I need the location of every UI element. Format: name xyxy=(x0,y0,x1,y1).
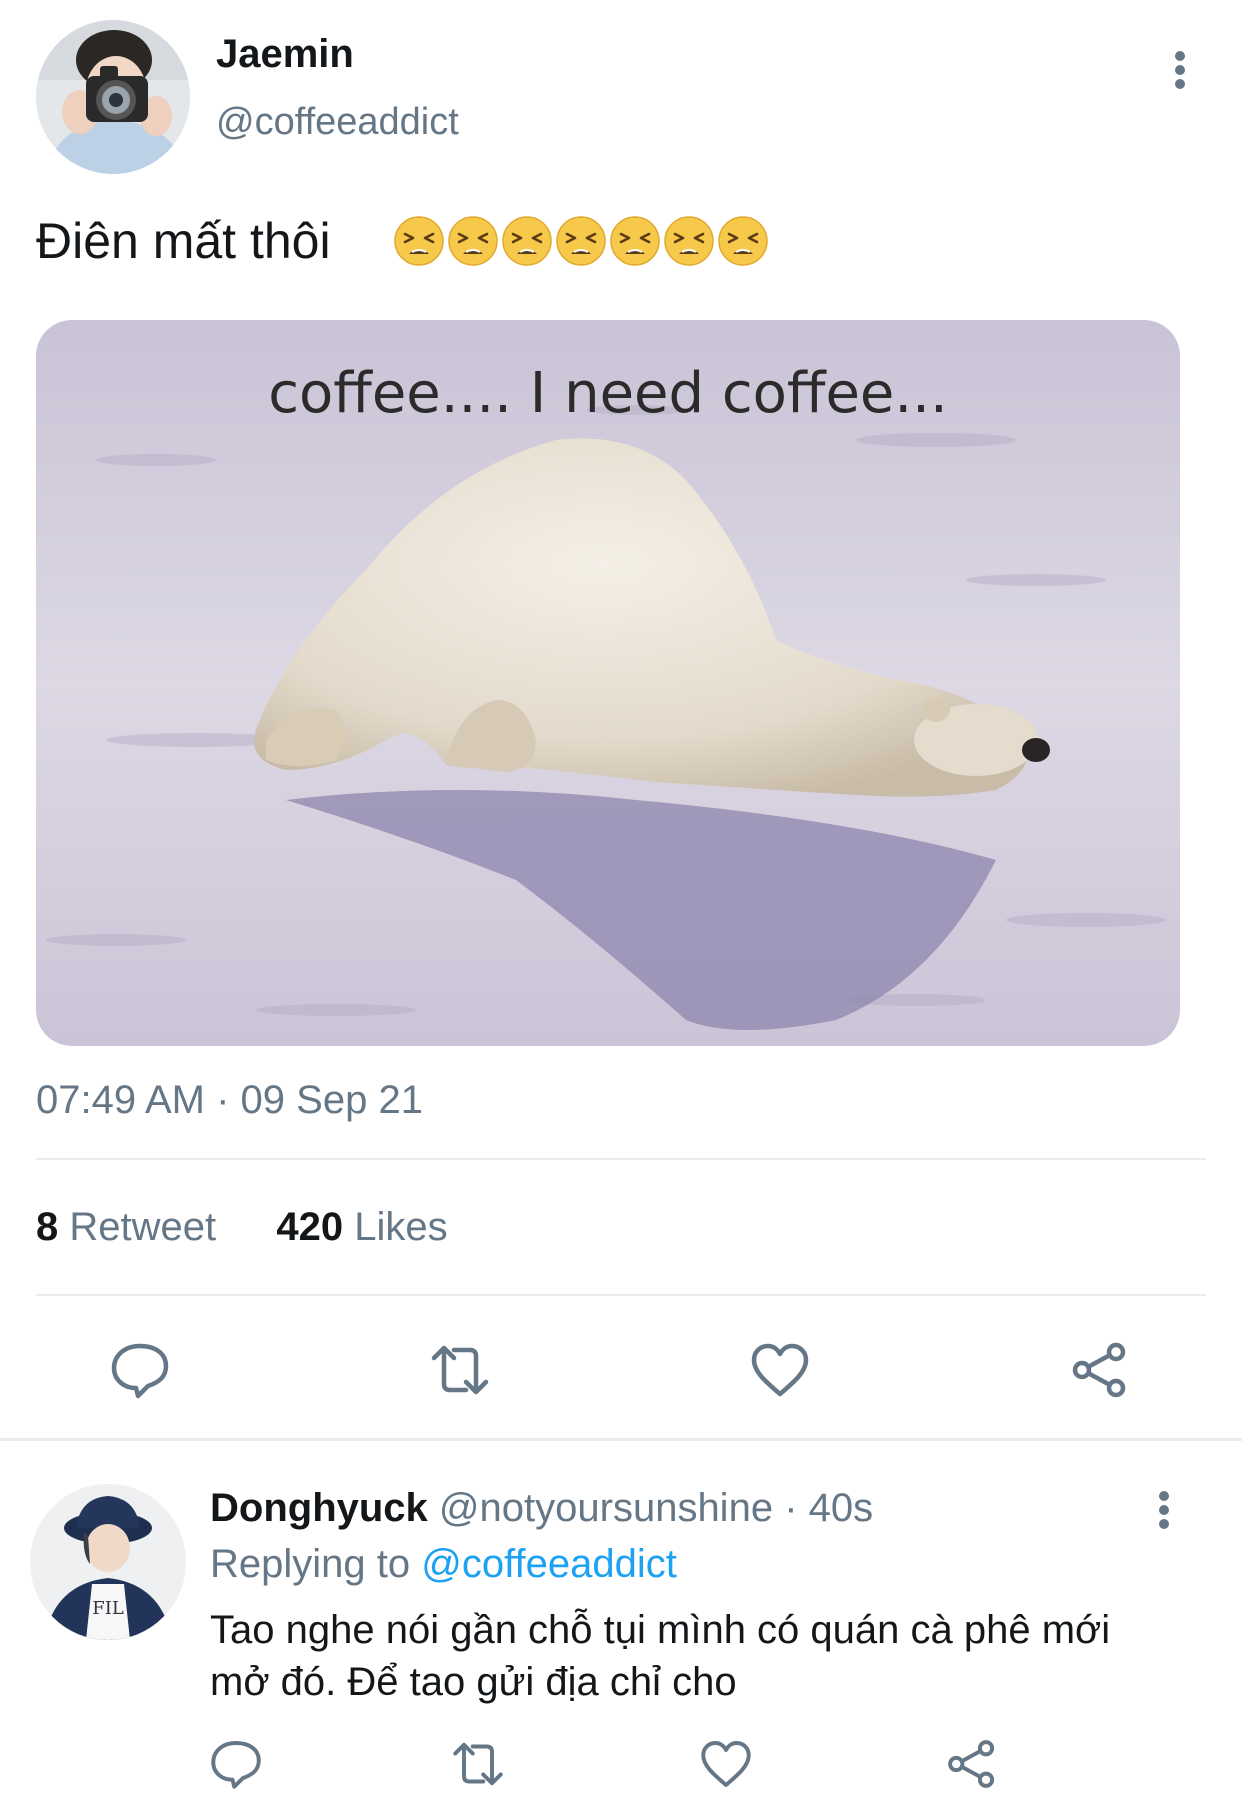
tired-face-emoji xyxy=(394,216,444,266)
avatar-photo: FIL xyxy=(30,1484,186,1640)
retweet-icon[interactable] xyxy=(450,1736,506,1792)
emoji-row xyxy=(392,214,770,270)
image-caption: coffee.... I need coffee... xyxy=(268,361,948,426)
svg-text:FIL: FIL xyxy=(92,1598,124,1619)
reply-author-name[interactable]: Donghyuck xyxy=(210,1486,428,1530)
reply-time: · 40s xyxy=(784,1486,874,1530)
avatar-photo xyxy=(36,20,190,174)
retweet-icon[interactable] xyxy=(428,1338,492,1402)
like-icon[interactable] xyxy=(748,1338,812,1402)
replying-mention-link[interactable]: @coffeeaddict xyxy=(421,1542,677,1586)
reply-author-handle[interactable]: @notyoursunshine xyxy=(439,1486,773,1530)
tweet-text: Điên mất thôi xyxy=(36,213,331,269)
reply-text: Tao nghe nói gần chỗ tụi mình có quán cà… xyxy=(210,1608,1111,1704)
tweet-timestamp: 07:49 AM · 09 Sep 21 xyxy=(36,1078,423,1122)
retweet-label[interactable]: Retweet xyxy=(69,1205,216,1249)
tired-face-emoji xyxy=(664,216,714,266)
reply-icon[interactable] xyxy=(108,1338,172,1402)
reply-icon[interactable] xyxy=(208,1736,264,1792)
polar-bear-image: coffee.... I need coffee... xyxy=(36,320,1180,1046)
reply-header: Donghyuck @notyoursunshine · 40s xyxy=(210,1486,873,1531)
share-icon[interactable] xyxy=(944,1736,1000,1792)
author-avatar[interactable] xyxy=(36,20,190,174)
tired-face-emoji xyxy=(502,216,552,266)
tired-face-emoji xyxy=(718,216,768,266)
more-options-icon[interactable] xyxy=(1144,1488,1184,1532)
tweet-stats: 8 Retweet 420 Likes xyxy=(36,1205,448,1250)
divider xyxy=(36,1158,1206,1160)
reply-author-avatar[interactable]: FIL xyxy=(30,1484,186,1640)
like-count[interactable]: 420 xyxy=(276,1205,343,1249)
like-label[interactable]: Likes xyxy=(354,1205,447,1249)
tired-face-emoji xyxy=(448,216,498,266)
tired-face-emoji xyxy=(610,216,660,266)
more-options-icon[interactable] xyxy=(1160,48,1200,92)
tweet-image[interactable]: coffee.... I need coffee... xyxy=(36,320,1180,1046)
retweet-count[interactable]: 8 xyxy=(36,1205,58,1249)
like-icon[interactable] xyxy=(698,1736,754,1792)
tired-face-emoji xyxy=(556,216,606,266)
author-handle[interactable]: @coffeeaddict xyxy=(216,101,459,144)
divider xyxy=(36,1294,1206,1296)
author-name[interactable]: Jaemin xyxy=(216,32,354,77)
share-icon[interactable] xyxy=(1068,1338,1132,1402)
replying-prefix: Replying to xyxy=(210,1542,411,1586)
thread-separator xyxy=(0,1438,1242,1441)
replying-to: Replying to @coffeeaddict xyxy=(210,1542,677,1587)
